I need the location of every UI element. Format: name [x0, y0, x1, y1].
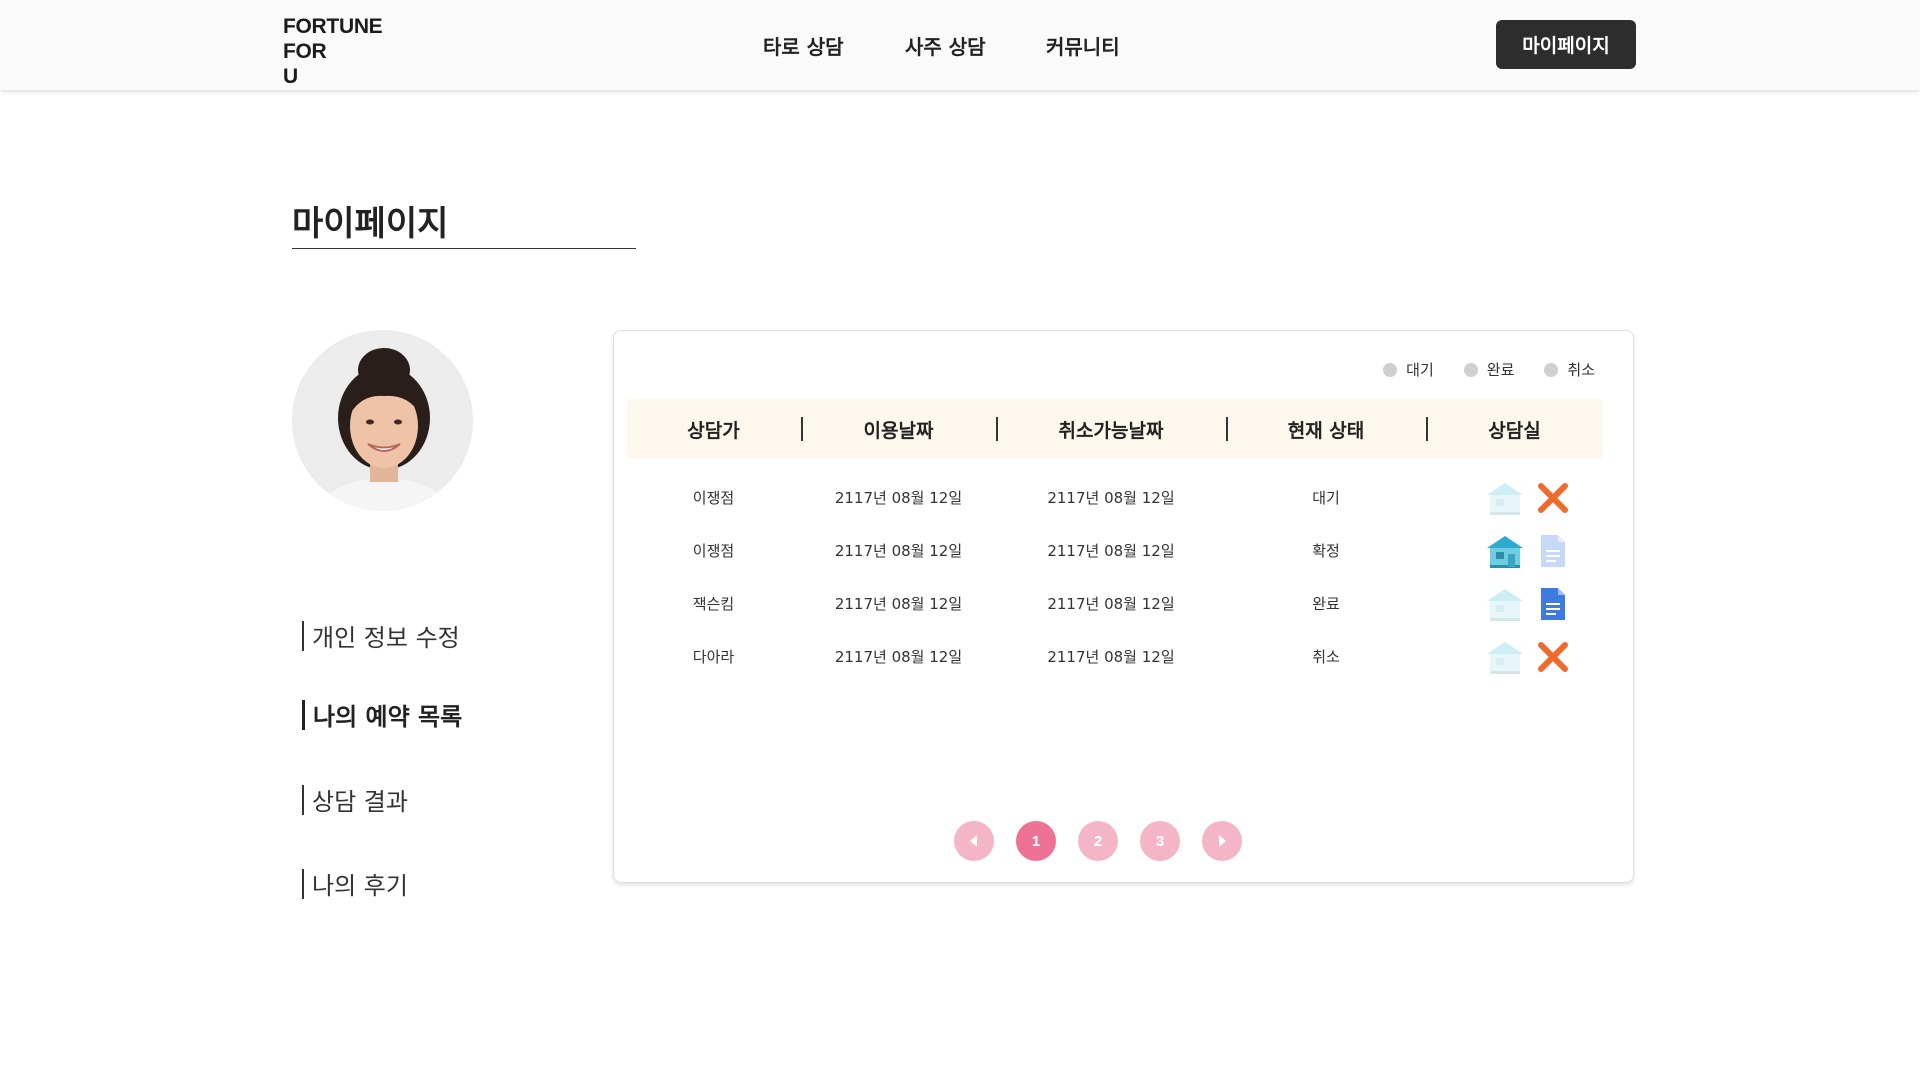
- sidebar-item-my-reviews[interactable]: 나의 후기: [302, 866, 408, 901]
- logo-line-3: U: [283, 65, 298, 88]
- nav-tarot-consult[interactable]: 타로 상담: [763, 31, 844, 60]
- cell-counselor: 이쟁점: [692, 489, 735, 507]
- nav-saju-consult[interactable]: 사주 상담: [905, 31, 986, 60]
- table-row: 잭슨킴 2117년 08월 12일 2117년 08월 12일 완료: [626, 584, 1603, 624]
- site-header: FORTUNE FOR U 타로 상담 사주 상담 커뮤니티 마이페이지: [0, 0, 1920, 90]
- cell-cancel-date: 2117년 08월 12일: [1047, 595, 1175, 613]
- cell-cancel-date: 2117년 08월 12일: [1047, 542, 1175, 560]
- document-icon: [1537, 533, 1569, 569]
- cell-counselor: 잭슨킴: [692, 595, 735, 613]
- sidebar-item-edit-profile[interactable]: 개인 정보 수정: [302, 618, 460, 653]
- table-row: 다아라 2117년 08월 12일 2117년 08월 12일 취소: [626, 637, 1603, 677]
- page-button-2[interactable]: 2: [1078, 821, 1118, 861]
- house-icon: [1484, 637, 1526, 677]
- status-legend: 대기 완료 취소: [1383, 359, 1595, 380]
- column-header-room: 상담실: [1488, 420, 1541, 442]
- cell-counselor: 다아라: [692, 648, 735, 666]
- cell-counselor: 이쟁점: [692, 542, 735, 560]
- house-icon[interactable]: [1484, 531, 1526, 571]
- sidebar-item-label: 나의 예약 목록: [313, 703, 463, 731]
- x-icon[interactable]: [1537, 480, 1569, 516]
- legend-dot: [1463, 362, 1478, 377]
- next-page-button[interactable]: [1202, 821, 1242, 861]
- cell-status: 완료: [1312, 595, 1340, 613]
- prev-page-button[interactable]: [954, 821, 994, 861]
- legend-item-completed: 완료: [1463, 359, 1515, 380]
- reservation-list-card: 대기 완료 취소 상담가 이용날짜 취소가능날짜 현재 상태 상담실 이쟁점 2…: [613, 330, 1634, 883]
- cell-use-date: 2117년 08월 12일: [834, 542, 963, 560]
- legend-label: 대기: [1406, 361, 1434, 379]
- sidebar-item-bar: [302, 620, 304, 651]
- house-icon: [1484, 478, 1526, 518]
- table-header: 상담가 이용날짜 취소가능날짜 현재 상태 상담실: [626, 399, 1603, 459]
- sidebar-item-bar: [302, 784, 304, 815]
- legend-item-waiting: 대기: [1383, 359, 1434, 380]
- cell-use-date: 2117년 08월 12일: [834, 595, 963, 613]
- logo-line-1: FORTUNE: [283, 15, 383, 38]
- sidebar-item-my-reservations[interactable]: 나의 예약 목록: [302, 697, 462, 732]
- legend-dot: [1383, 362, 1398, 377]
- sidebar-item-label: 나의 후기: [312, 872, 408, 900]
- sidebar-item-bar: [302, 868, 304, 899]
- site-logo[interactable]: FORTUNE FOR U: [283, 14, 383, 89]
- sidebar-item-bar: [302, 699, 305, 730]
- legend-label: 완료: [1486, 361, 1515, 379]
- pagination: 1 2 3: [954, 821, 1242, 861]
- cell-status: 확정: [1312, 542, 1340, 560]
- legend-item-cancelled: 취소: [1544, 359, 1595, 380]
- cell-use-date: 2117년 08월 12일: [834, 489, 963, 507]
- title-underline: [292, 248, 636, 249]
- avatar-portrait-icon: [292, 330, 473, 511]
- table-row: 이쟁점 2117년 08월 12일 2117년 08월 12일 확정: [626, 531, 1603, 571]
- legend-dot: [1544, 362, 1559, 377]
- logo-line-2: FOR: [283, 40, 327, 63]
- sidebar-item-label: 개인 정보 수정: [312, 624, 460, 652]
- column-header-use-date: 이용날짜: [863, 420, 934, 442]
- page-button-1[interactable]: 1: [1016, 821, 1056, 861]
- page-title: 마이페이지: [292, 204, 449, 244]
- legend-label: 취소: [1567, 361, 1595, 379]
- document-icon[interactable]: [1537, 586, 1569, 622]
- column-header-counselor: 상담가: [687, 420, 740, 442]
- cell-cancel-date: 2117년 08월 12일: [1047, 648, 1175, 666]
- avatar: [292, 330, 473, 511]
- cell-use-date: 2117년 08월 12일: [834, 648, 963, 666]
- cell-status: 취소: [1312, 648, 1340, 666]
- x-icon[interactable]: [1537, 639, 1569, 675]
- table-row: 이쟁점 2117년 08월 12일 2117년 08월 12일 대기: [626, 478, 1603, 518]
- sidebar-item-consult-results[interactable]: 상담 결과: [302, 782, 408, 817]
- column-header-status: 현재 상태: [1287, 420, 1365, 442]
- nav-community[interactable]: 커뮤니티: [1046, 31, 1120, 60]
- mypage-button[interactable]: 마이페이지: [1496, 20, 1636, 69]
- sidebar-item-label: 상담 결과: [312, 788, 408, 816]
- house-icon: [1484, 584, 1526, 624]
- column-header-cancel-date: 취소가능날짜: [1058, 420, 1164, 442]
- cell-status: 대기: [1312, 489, 1340, 507]
- chevron-right-icon: [1219, 835, 1226, 847]
- page-button-3[interactable]: 3: [1140, 821, 1180, 861]
- chevron-left-icon: [970, 835, 977, 847]
- cell-cancel-date: 2117년 08월 12일: [1047, 489, 1175, 507]
